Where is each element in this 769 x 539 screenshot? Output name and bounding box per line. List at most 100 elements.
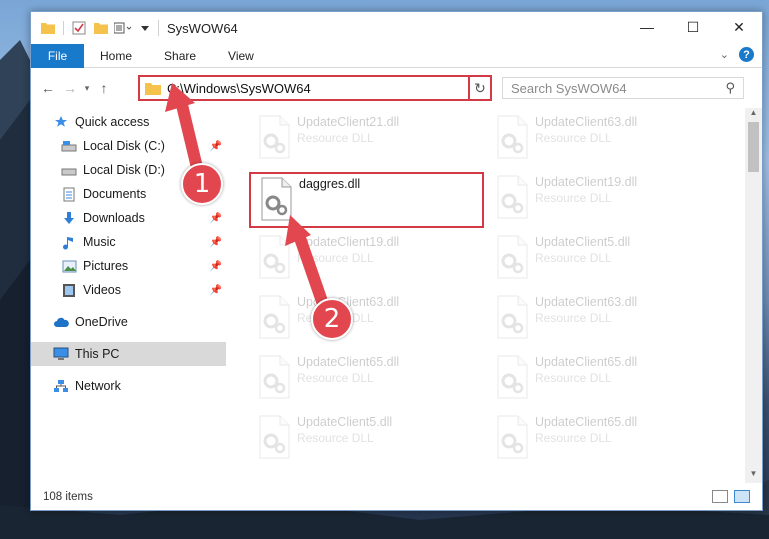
file-item[interactable]: UpdateClient63.dllResource DLL: [487, 112, 722, 168]
file-item[interactable]: UpdateClient5.dll Resource DLL: [249, 412, 484, 468]
title-divider: [158, 20, 159, 36]
back-button[interactable]: ←: [37, 77, 59, 99]
up-button[interactable]: ↑: [93, 77, 115, 99]
nav-item-pictures[interactable]: Pictures 📌: [31, 254, 226, 278]
status-bar: 108 items: [31, 484, 762, 510]
file-item[interactable]: UpdateClient65.dll Resource DLL: [249, 352, 484, 408]
videos-icon: [61, 282, 77, 298]
downloads-icon: [61, 210, 77, 226]
chevron-down-icon[interactable]: [136, 19, 154, 37]
pin-icon: 📌: [209, 284, 222, 296]
music-icon: [61, 234, 77, 250]
address-path[interactable]: C:\Windows\SysWOW64: [167, 81, 472, 96]
file-text: UpdateClient21.dll Resource DLL: [297, 115, 399, 168]
details-view-icon[interactable]: [712, 490, 728, 503]
window-controls: — ☐ ✕: [624, 12, 762, 42]
scroll-up-arrow-icon[interactable]: ▲: [745, 108, 762, 122]
file-name: UpdateClient5.dll: [297, 415, 393, 429]
file-text: UpdateClient63.dll Resource DLL: [535, 295, 637, 348]
dll-file-icon: [259, 235, 290, 279]
file-type: Resource DLL: [535, 251, 612, 265]
expand-ribbon-icon[interactable]: ⌄: [720, 48, 729, 61]
large-icons-view-icon[interactable]: [734, 490, 750, 503]
file-text: UpdateClient5.dll Resource DLL: [535, 235, 630, 288]
file-item[interactable]: UpdateClient21.dll Resource DLL: [249, 112, 484, 168]
tab-share[interactable]: Share: [148, 44, 212, 68]
file-item[interactable]: UpdateClient19.dll Resource DLL: [487, 172, 722, 228]
quick-access-toolbar: [31, 19, 154, 37]
forward-button[interactable]: →: [59, 77, 81, 99]
ribbon-tabs: File Home Share View ⌄ ?: [31, 43, 762, 68]
step-1-badge: 1: [181, 163, 223, 205]
dll-file-icon: [497, 415, 528, 459]
file-type: Resource DLL: [297, 251, 374, 265]
file-type: Resource DLL: [297, 431, 374, 445]
tab-view[interactable]: View: [212, 44, 270, 68]
file-item-daggres-dll[interactable]: daggres.dll: [249, 172, 484, 228]
file-name: UpdateClient65.dll: [535, 415, 638, 429]
file-item[interactable]: UpdateClient63.dllResource DLL: [249, 292, 484, 348]
dll-file-icon: [497, 235, 528, 279]
address-bar[interactable]: C:\Windows\SysWOW64 ⌄: [138, 75, 490, 101]
nav-network[interactable]: Network: [31, 374, 226, 398]
help-icon[interactable]: ?: [739, 47, 754, 62]
file-type: Resource DLL: [535, 311, 612, 325]
pictures-icon: [61, 258, 77, 274]
file-type: Resource DLL: [535, 191, 612, 205]
search-icon: ⚲: [725, 80, 735, 95]
properties-icon[interactable]: [70, 19, 88, 37]
window-title: SysWOW64: [167, 20, 238, 36]
computer-icon: [53, 346, 69, 362]
ribbon-right: ⌄ ?: [720, 47, 754, 62]
file-text: UpdateClient65.dll Resource DLL: [535, 355, 637, 408]
file-name: UpdateClient19.dll: [535, 175, 638, 189]
dll-file-icon: [497, 175, 528, 219]
pin-icon: 📌: [209, 236, 222, 248]
minimize-button[interactable]: —: [624, 12, 670, 42]
file-item[interactable]: UpdateClient63.dll Resource DLL: [487, 292, 722, 348]
pin-icon: 📌: [209, 260, 222, 272]
title-bar: SysWOW64 — ☐ ✕: [31, 12, 762, 44]
file-name: UpdateClient21.dll: [297, 115, 400, 129]
nav-quick-access[interactable]: Quick access: [31, 110, 226, 134]
star-icon: [53, 114, 69, 130]
new-folder-icon[interactable]: [92, 19, 110, 37]
maximize-button[interactable]: ☐: [670, 12, 716, 42]
file-text: UpdateClient5.dll Resource DLL: [297, 415, 392, 468]
tab-home[interactable]: Home: [84, 44, 148, 68]
scrollbar-thumb[interactable]: [748, 122, 759, 172]
nav-item-downloads[interactable]: Downloads 📌: [31, 206, 226, 230]
nav-item-music[interactable]: Music 📌: [31, 230, 226, 254]
scroll-down-arrow-icon[interactable]: ▼: [745, 469, 762, 483]
nav-this-pc[interactable]: This PC: [31, 342, 226, 366]
vertical-scrollbar[interactable]: ▲ ▼: [745, 108, 762, 483]
file-item[interactable]: UpdateClient65.dll Resource DLL: [487, 412, 722, 468]
pin-icon: 📌: [209, 212, 222, 224]
nav-onedrive[interactable]: OneDrive: [31, 310, 226, 334]
navigation-bar: ← → ▾ ↑ C:\Windows\SysWOW64 ⌄ ↻ Search S…: [31, 68, 762, 108]
file-text: UpdateClient65.dll Resource DLL: [535, 415, 637, 468]
pin-icon: 📌: [209, 140, 222, 152]
drive-icon: [61, 138, 77, 154]
file-text: UpdateClient63.dll Resource DLL: [535, 115, 637, 168]
file-item[interactable]: UpdateClient19.dll Resource DLL: [249, 232, 484, 288]
file-name: UpdateClient19.dll: [297, 235, 400, 249]
refresh-button[interactable]: ↻: [468, 75, 492, 101]
nav-item-videos[interactable]: Videos 📌: [31, 278, 226, 302]
file-name: UpdateClient63.dll: [535, 295, 638, 309]
file-item[interactable]: UpdateClient65.dll Resource DLL: [487, 352, 722, 408]
view-switcher: [712, 490, 750, 503]
file-item[interactable]: UpdateClient5.dll Resource DLL: [487, 232, 722, 288]
nav-item-local-disk-c[interactable]: Local Disk (C:) 📌: [31, 134, 226, 158]
close-button[interactable]: ✕: [716, 12, 762, 42]
dll-file-icon: [259, 355, 290, 399]
recent-locations-chevron-icon[interactable]: ▾: [81, 77, 93, 99]
file-name: UpdateClient65.dll: [297, 355, 400, 369]
search-placeholder: Search SysWOW64: [511, 80, 627, 96]
search-input[interactable]: Search SysWOW64 ⚲: [502, 77, 744, 99]
drive-icon: [61, 162, 77, 178]
customize-toolbar-icon[interactable]: [114, 19, 132, 37]
toolbar-divider: [63, 21, 64, 35]
tab-file[interactable]: File: [31, 43, 84, 68]
nav-label: Videos: [83, 283, 121, 297]
